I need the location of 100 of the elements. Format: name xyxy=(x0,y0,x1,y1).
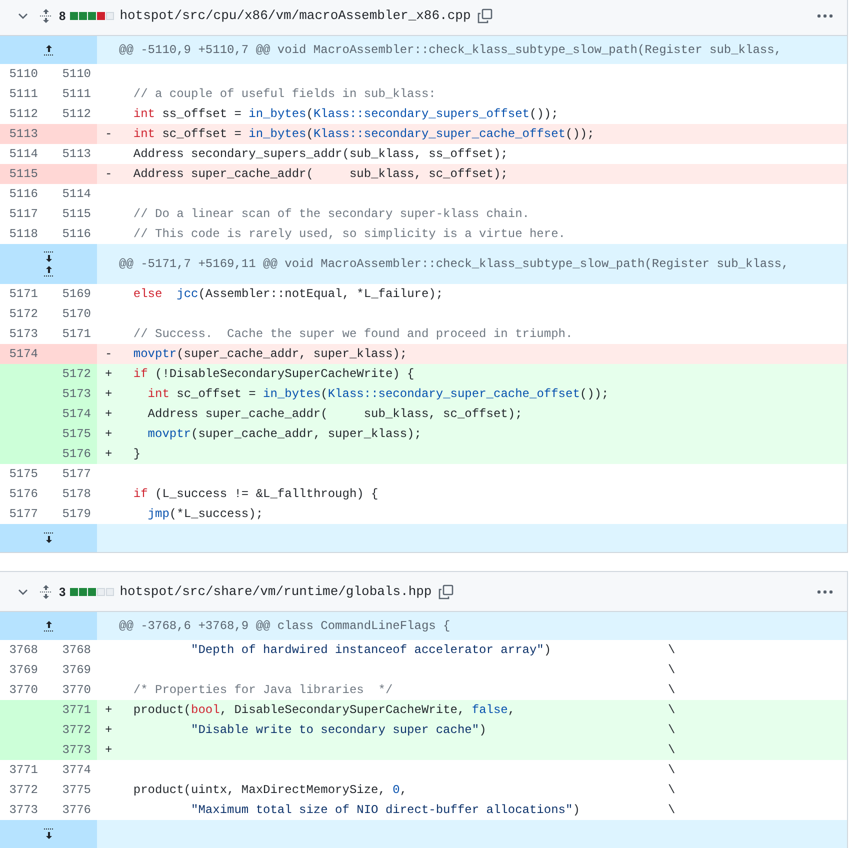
diff-sign: - xyxy=(105,127,112,141)
line-number: 5179 xyxy=(61,506,92,523)
diffstat-bar xyxy=(70,12,114,20)
code-line: // This code is rarely used, so simplicity is a virtue here. xyxy=(132,227,566,241)
code-line: "Depth of hardwired instanceof accelerator array") xyxy=(190,643,552,657)
code-line: Address super_cache_addr( sub_klass, sc_offset); xyxy=(146,407,522,421)
line-number: 5169 xyxy=(61,286,92,303)
change-count: 3 xyxy=(59,584,66,600)
line-continuation: \ xyxy=(668,782,676,799)
line-continuation: \ xyxy=(668,722,676,739)
copy-icon[interactable] xyxy=(476,8,493,24)
line-number: 5111 xyxy=(8,86,39,103)
code-line: int sc_offset = in_bytes(Klass::secondary_super_cache_offset()); xyxy=(146,387,609,401)
line-continuation: \ xyxy=(668,682,676,699)
line-number: 3774 xyxy=(61,762,92,779)
hunk-header: @@ -5110,9 +5110,7 @@ void MacroAssembler::check_klass_subtype_slow_path(Register sub_klass, xyxy=(97,36,847,64)
code-line: Address secondary_supers_addr(sub_klass, ss_offset); xyxy=(132,147,508,161)
line-number: 5175 xyxy=(48,424,97,444)
copy-icon[interactable] xyxy=(438,584,454,600)
code-line: product(bool, DisableSecondarySuperCacheWrite, false, xyxy=(132,703,516,717)
code-line: int ss_offset = in_bytes(Klass::secondary_supers_offset()); xyxy=(132,107,558,121)
line-number: 5178 xyxy=(61,486,92,503)
line-number: 5170 xyxy=(61,306,92,323)
code-line: movptr(super_cache_addr, super_klass); xyxy=(146,427,422,441)
line-continuation: \ xyxy=(668,662,676,679)
diff-sign: - xyxy=(105,347,112,361)
line-number: 3773 xyxy=(48,740,97,760)
line-number: 5118 xyxy=(8,226,39,243)
line-number: 5173 xyxy=(8,326,39,343)
code-line: int sc_offset = in_bytes(Klass::secondary_super_cache_offset()); xyxy=(132,127,594,141)
line-number: 5117 xyxy=(8,206,39,223)
line-number: 3771 xyxy=(8,762,39,779)
line-number: 3769 xyxy=(61,662,92,679)
diff-sign: + xyxy=(105,367,112,381)
line-number: 5116 xyxy=(8,186,39,203)
line-number: 5171 xyxy=(61,326,92,343)
file-path[interactable]: hotspot/src/cpu/x86/vm/macroAssembler_x86.cpp xyxy=(120,6,471,26)
line-number: 5110 xyxy=(8,66,39,83)
code-line: // a couple of useful fields in sub_klass: xyxy=(132,87,436,101)
line-number: 3769 xyxy=(8,662,39,679)
line-number: 3772 xyxy=(48,720,97,740)
line-number: 5111 xyxy=(61,86,92,103)
diff-sign: + xyxy=(105,703,112,717)
line-continuation: \ xyxy=(668,742,676,759)
file-path[interactable]: hotspot/src/share/vm/runtime/globals.hpp xyxy=(120,582,432,602)
diff-sign: + xyxy=(105,723,112,737)
line-number: 5177 xyxy=(8,506,39,523)
code-line: jmp(*L_success); xyxy=(146,507,264,521)
line-number: 5177 xyxy=(61,466,92,483)
diff-sign: + xyxy=(105,447,112,461)
line-number: 5171 xyxy=(8,286,39,303)
line-number: 5172 xyxy=(8,306,39,323)
line-number: 3776 xyxy=(61,802,92,819)
unfold-icon[interactable] xyxy=(39,8,53,24)
line-number: 5114 xyxy=(8,146,39,163)
unfold-icon[interactable] xyxy=(39,584,53,600)
line-number: 5114 xyxy=(61,186,92,203)
diff-sign: + xyxy=(105,387,112,401)
code-line: movptr(super_cache_addr, super_klass); xyxy=(132,347,408,361)
code-line: if (L_success != &L_fallthrough) { xyxy=(132,487,378,501)
diff-sign: + xyxy=(105,407,112,421)
line-number: 5176 xyxy=(48,444,97,464)
line-number: 3771 xyxy=(48,700,97,720)
code-line: if (!DisableSecondarySuperCacheWrite) { xyxy=(132,367,414,381)
more-icon[interactable] xyxy=(817,590,833,594)
line-number: 5115 xyxy=(61,206,92,223)
diff-sign: - xyxy=(105,167,112,181)
line-number: 5172 xyxy=(48,364,97,384)
line-continuation: \ xyxy=(668,802,676,819)
more-icon[interactable] xyxy=(817,14,833,18)
code-line: } xyxy=(132,447,141,461)
line-number: 3773 xyxy=(8,802,39,819)
hunk-header: @@ -5171,7 +5169,11 @@ void MacroAssembler::check_klass_subtype_slow_path(Register sub_klass, xyxy=(97,244,847,284)
line-number: 3770 xyxy=(8,682,39,699)
code-line: // Do a linear scan of the secondary super-klass chain. xyxy=(132,207,530,221)
line-number: 5112 xyxy=(61,106,92,123)
line-number: 5174 xyxy=(0,344,48,364)
code-line: product(uintx, MaxDirectMemorySize, 0, xyxy=(132,783,408,797)
line-number: 5175 xyxy=(8,466,39,483)
diff-sign: + xyxy=(105,427,112,441)
line-continuation: \ xyxy=(668,702,676,719)
code-line: /* Properties for Java libraries */ xyxy=(132,683,393,697)
line-number: 5173 xyxy=(48,384,97,404)
line-number: 3768 xyxy=(8,642,39,659)
code-line: else jcc(Assembler::notEqual, *L_failure); xyxy=(132,287,444,301)
line-number: 3775 xyxy=(61,782,92,799)
line-number: 5112 xyxy=(8,106,39,123)
line-number: 5174 xyxy=(48,404,97,424)
line-number: 5116 xyxy=(61,226,92,243)
line-continuation: \ xyxy=(668,642,676,659)
line-number: 3768 xyxy=(61,642,92,659)
line-number: 5110 xyxy=(61,66,92,83)
code-line: Address super_cache_addr( sub_klass, sc_offset); xyxy=(132,167,508,181)
line-number: 5113 xyxy=(0,124,48,144)
line-number: 5113 xyxy=(61,146,92,163)
change-count: 8 xyxy=(59,8,66,24)
line-continuation: \ xyxy=(668,762,676,779)
diffstat-bar xyxy=(70,588,114,596)
code-line: // Success. Cache the super we found and proceed in triumph. xyxy=(132,327,573,341)
code-line: "Maximum total size of NIO direct-buffer allocations") xyxy=(190,803,580,817)
